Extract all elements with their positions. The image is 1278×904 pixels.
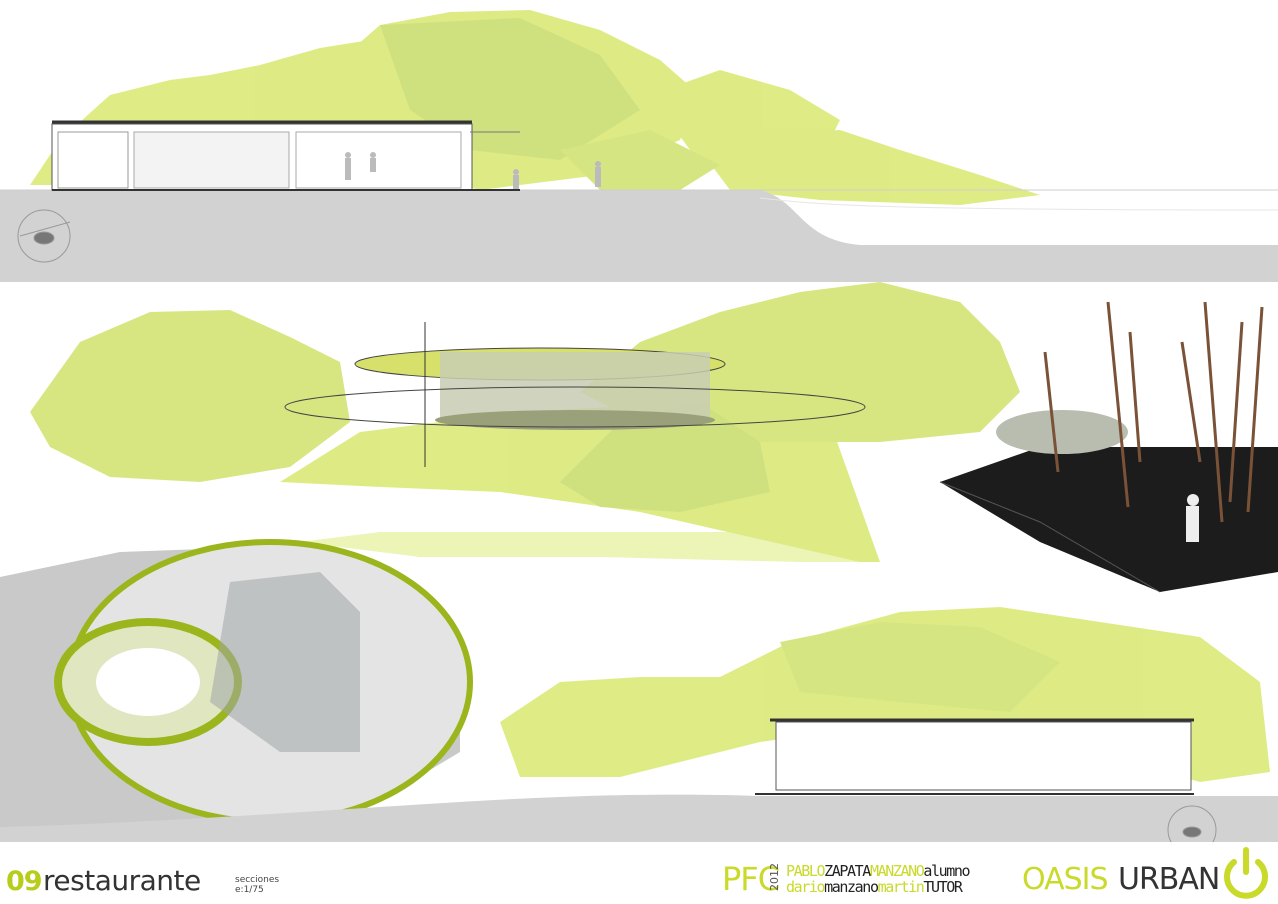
tutor-line: dariomanzanomartinTUTOR	[786, 878, 963, 896]
tutor-role: TUTOR	[923, 878, 963, 896]
renders-panel	[0, 282, 1278, 842]
project-word-urban: URBAN	[1118, 862, 1220, 897]
sheet-subtitle: secciones e:1/75	[235, 875, 279, 895]
sheet-title: restaurante	[43, 864, 201, 897]
project-word-oasis: OASIS	[1022, 862, 1109, 897]
tutor-first: dario	[786, 878, 826, 896]
tutor-last2: martin	[877, 878, 925, 896]
presentation-sheet: 09 restaurante secciones e:1/75 PFC 2012…	[0, 0, 1278, 904]
subtitle-line2: e:1/75	[235, 885, 264, 895]
sheet-number: 09	[6, 866, 43, 897]
power-icon	[1224, 847, 1268, 899]
tutor-last1: manzano	[824, 878, 879, 896]
year-label: 2012	[768, 863, 781, 891]
building-section-top	[51, 120, 520, 191]
section-drawing-top	[0, 0, 1278, 282]
building-section-bottom	[755, 718, 1194, 795]
subtitle-line1: secciones	[235, 875, 280, 885]
